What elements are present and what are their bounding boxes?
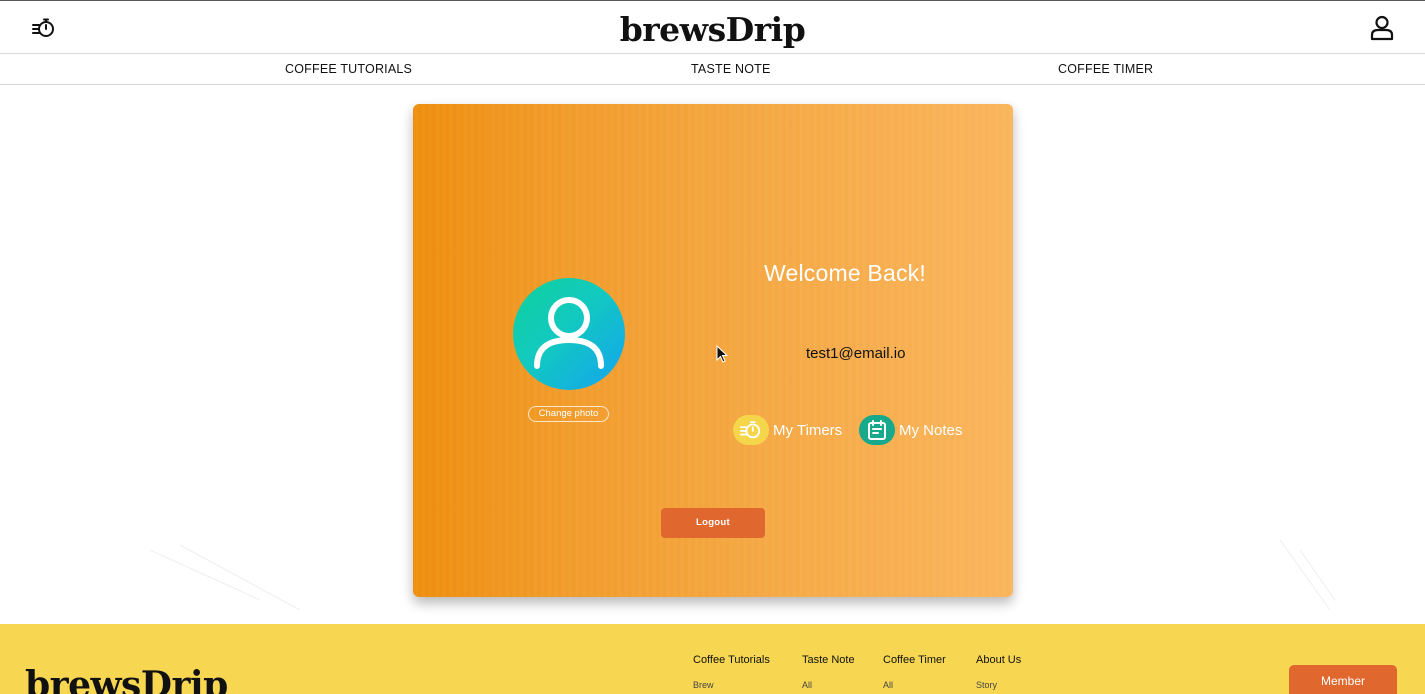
- footer-heading[interactable]: Coffee Timer: [883, 654, 946, 666]
- footer-link[interactable]: All: [883, 680, 946, 690]
- brand-logo[interactable]: brewsDrip: [0, 10, 1425, 49]
- my-notes-button[interactable]: My Notes: [859, 415, 962, 445]
- footer-brand-logo[interactable]: brewsDrip: [25, 664, 228, 694]
- nav-coffee-tutorials[interactable]: COFFEE TUTORIALS: [285, 62, 412, 76]
- change-photo-button[interactable]: Change photo: [528, 406, 609, 422]
- footer-heading[interactable]: Coffee Tutorials: [693, 654, 770, 666]
- notepad-icon: [859, 415, 895, 445]
- footer-heading[interactable]: About Us: [976, 654, 1021, 666]
- footer-column-coffee-tutorials: Coffee Tutorials Brew: [693, 654, 770, 690]
- footer-link[interactable]: Story: [976, 680, 1021, 690]
- nav-taste-note[interactable]: TASTE NOTE: [691, 62, 771, 76]
- member-button[interactable]: Member: [1289, 665, 1397, 694]
- user-icon[interactable]: [1369, 15, 1395, 41]
- my-timers-label: My Timers: [773, 421, 843, 439]
- user-email: test1@email.io: [806, 345, 906, 362]
- footer-link[interactable]: All: [802, 680, 855, 690]
- welcome-heading: Welcome Back!: [764, 260, 926, 286]
- my-timers-button[interactable]: My Timers: [733, 415, 842, 445]
- footer-column-about-us: About Us Story: [976, 654, 1021, 690]
- footer-heading[interactable]: Taste Note: [802, 654, 855, 666]
- logout-button[interactable]: Logout: [661, 508, 765, 538]
- footer-column-coffee-timer: Coffee Timer All: [883, 654, 946, 690]
- user-avatar-icon[interactable]: [513, 278, 625, 390]
- footer-column-taste-note: Taste Note All: [802, 654, 855, 690]
- footer: brewsDrip Coffee Tutorials Brew Taste No…: [0, 624, 1425, 694]
- nav-coffee-timer[interactable]: COFFEE TIMER: [1058, 62, 1153, 76]
- footer-link[interactable]: Brew: [693, 680, 770, 690]
- top-header: brewsDrip: [0, 0, 1425, 54]
- profile-card: Change photo Welcome Back! test1@email.i…: [413, 104, 1013, 597]
- main-nav: COFFEE TUTORIALS TASTE NOTE COFFEE TIMER: [0, 54, 1425, 85]
- my-notes-label: My Notes: [899, 421, 963, 439]
- stopwatch-icon: [733, 415, 769, 445]
- mouse-cursor-icon: [716, 345, 728, 363]
